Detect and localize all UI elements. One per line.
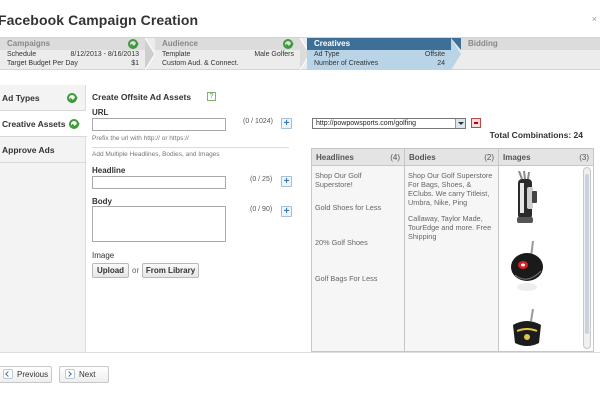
headlines-column: Headlines (4) Shop Our Golf Superstore! G… [312, 149, 405, 351]
multi-hint: Add Multiple Headlines, Bodies, and Imag… [92, 151, 220, 158]
url-select[interactable]: http://powpowsports.com/golfing [312, 118, 466, 129]
step-field-label: Target Budget Per Day [7, 60, 78, 67]
previous-button[interactable]: Previous [0, 366, 52, 383]
column-count: (2) [484, 153, 494, 162]
headline-label: Headline [92, 166, 126, 175]
check-icon [69, 119, 79, 129]
help-icon[interactable]: ? [207, 92, 216, 101]
step-field-value: 24 [437, 60, 445, 67]
or-text: or [132, 266, 140, 275]
driver-club-image[interactable] [507, 241, 547, 297]
step-arrow-icon [145, 38, 155, 70]
body-item[interactable]: Shop Our Golf Superstore For Bags, Shoes… [405, 171, 498, 207]
headline-item[interactable]: Golf Bags For Less [312, 274, 404, 283]
step-bidding[interactable]: Bidding [461, 38, 600, 70]
step-bidding-label: Bidding [461, 38, 600, 50]
url-counter: (0 / 1024) [243, 118, 273, 125]
total-combinations: Total Combinations: 24 [489, 130, 583, 140]
wizard-steps: Campaigns Schedule 8/12/2013 - 8/16/2013 … [0, 37, 600, 70]
column-header: Images [503, 153, 531, 162]
form-title: Create Offsite Ad Assets [92, 92, 192, 102]
sidebar-item-approve-ads[interactable]: Approve Ads [0, 137, 85, 163]
step-field-label: Template [162, 51, 191, 58]
chevron-down-icon [455, 119, 465, 128]
url-input[interactable] [92, 118, 226, 131]
close-icon[interactable]: × [592, 14, 597, 24]
sidebar: Ad Types Creative Assets Approve Ads [0, 85, 87, 352]
body-counter: (0 / 90) [250, 206, 273, 213]
check-icon [283, 39, 293, 49]
headline-item[interactable]: 20% Golf Shoes [312, 238, 404, 247]
add-body-icon[interactable]: + [281, 206, 292, 217]
headline-input[interactable] [92, 176, 226, 189]
page-title: Facebook Campaign Creation [0, 12, 199, 28]
step-audience[interactable]: Audience Template Male Golfers Custom Aud… [155, 38, 300, 70]
golf-club-head-image[interactable] [507, 309, 547, 349]
remove-url-icon[interactable] [471, 118, 481, 128]
check-icon [128, 39, 138, 49]
next-button[interactable]: Next [59, 366, 109, 383]
image-label: Image [92, 251, 115, 260]
check-icon [67, 93, 77, 103]
images-column: Images (3) [499, 149, 593, 351]
column-header: Bodies [409, 153, 436, 162]
chevron-right-icon [65, 369, 75, 379]
step-field-label: Custom Aud. & Connect. [162, 60, 239, 67]
body-label: Body [92, 197, 112, 206]
step-field-value: $1 [131, 60, 139, 67]
previous-label: Previous [17, 370, 49, 379]
body-textarea[interactable] [92, 206, 226, 242]
url-select-value: http://powpowsports.com/golfing [316, 120, 416, 127]
bodies-column: Bodies (2) Shop Our Golf Superstore For B… [405, 149, 499, 351]
sidebar-item-creative-assets[interactable]: Creative Assets [0, 111, 87, 137]
step-creatives-label: Creatives [307, 38, 451, 50]
body-item[interactable]: Callaway, Taylor Made, TourEdge and more… [405, 214, 498, 241]
sidebar-item-label: Approve Ads [2, 145, 55, 155]
headline-item[interactable]: Gold Shoes for Less [312, 203, 404, 212]
column-count: (4) [390, 153, 400, 162]
golf-bag-image[interactable] [513, 171, 541, 225]
step-field-value: Offsite [424, 51, 445, 58]
scrollbar-thumb[interactable] [585, 174, 589, 334]
step-field-label: Ad Type [314, 51, 340, 58]
column-count: (3) [579, 153, 589, 162]
step-creatives[interactable]: Creatives Ad Type Offsite Number of Creat… [307, 38, 451, 70]
images-scrollbar[interactable] [583, 167, 591, 349]
next-label: Next [79, 370, 96, 379]
step-field-value: Male Golfers [254, 51, 294, 58]
divider [92, 147, 289, 148]
headline-item[interactable]: Shop Our Golf Superstore! [312, 171, 404, 189]
headline-counter: (0 / 25) [250, 176, 273, 183]
from-library-button[interactable]: From Library [142, 263, 199, 278]
upload-button[interactable]: Upload [92, 263, 129, 278]
step-field-label: Number of Creatives [314, 60, 379, 67]
step-campaigns-label: Campaigns [0, 38, 145, 50]
add-url-icon[interactable]: + [281, 118, 292, 129]
step-arrow-icon [451, 38, 461, 70]
step-field-label: Schedule [7, 51, 37, 58]
step-field-value: 8/12/2013 - 8/16/2013 [70, 51, 139, 58]
step-audience-label: Audience [155, 38, 300, 50]
footer: Previous Next [0, 352, 600, 403]
sidebar-item-label: Creative Assets [2, 119, 66, 129]
chevron-left-icon [3, 369, 13, 379]
add-headline-icon[interactable]: + [281, 176, 292, 187]
step-campaigns[interactable]: Campaigns Schedule 8/12/2013 - 8/16/2013 … [0, 38, 145, 70]
url-hint: Prefix the url with http:// or https:// [92, 135, 189, 142]
column-header: Headlines [316, 153, 354, 162]
sidebar-item-label: Ad Types [2, 93, 40, 103]
sidebar-item-ad-types[interactable]: Ad Types [0, 85, 85, 111]
url-label: URL [92, 108, 109, 117]
assets-table: Headlines (4) Shop Our Golf Superstore! G… [311, 148, 594, 352]
